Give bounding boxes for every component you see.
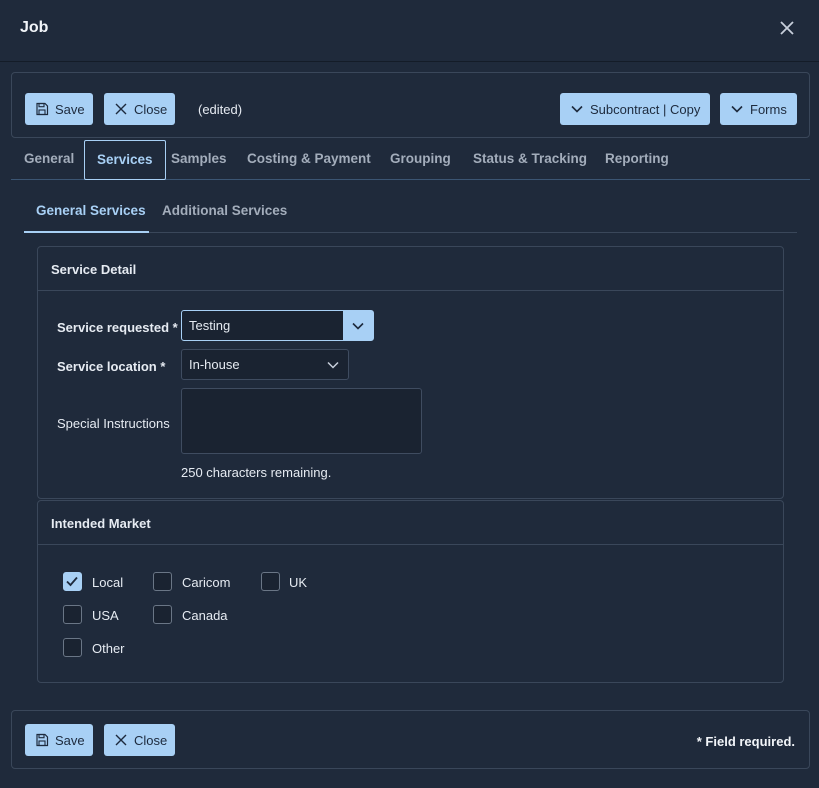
close-button-label: Close	[134, 101, 168, 117]
forms-button-label: Forms	[750, 101, 787, 117]
dialog-titlebar: Job	[0, 0, 819, 62]
tab-status-tracking[interactable]: Status & Tracking	[461, 140, 599, 180]
intended-market-section: Intended Market Local Caricom UK USA Can…	[37, 500, 784, 683]
save-button-label: Save	[55, 101, 85, 117]
footer: Save Close * Field required.	[11, 710, 810, 769]
tab-costing-payment[interactable]: Costing & Payment	[235, 140, 383, 180]
chevron-down-icon	[327, 361, 339, 369]
main-tabs: General Services Samples Costing & Payme…	[11, 140, 810, 180]
characters-remaining: 250 characters remaining.	[181, 465, 332, 480]
service-location-value: In-house	[189, 357, 240, 372]
service-detail-section: Service Detail Service requested * Testi…	[37, 246, 784, 499]
checkbox-label-usa: USA	[92, 608, 119, 623]
tab-reporting[interactable]: Reporting	[593, 140, 681, 180]
close-icon	[115, 103, 127, 115]
subcontract-copy-label: Subcontract | Copy	[590, 101, 701, 117]
subtab-additional-services[interactable]: Additional Services	[150, 193, 299, 233]
toolbar: Save Close (edited) Subcontract | Copy F…	[11, 72, 810, 138]
footer-close-label: Close	[134, 732, 168, 748]
tab-grouping[interactable]: Grouping	[378, 140, 463, 180]
checkbox-other[interactable]	[63, 638, 82, 657]
checkbox-label-local: Local	[92, 575, 124, 590]
save-icon	[36, 102, 49, 116]
checkbox-uk[interactable]	[261, 572, 280, 591]
checkbox-canada[interactable]	[153, 605, 172, 624]
chevron-down-icon	[571, 105, 583, 113]
service-detail-header: Service Detail	[38, 247, 783, 291]
service-requested-select[interactable]: Testing	[181, 310, 374, 341]
checkbox-label-canada: Canada	[182, 608, 228, 623]
tab-services[interactable]: Services	[84, 140, 166, 180]
footer-close-button[interactable]: Close	[104, 724, 175, 756]
checkbox-usa[interactable]	[63, 605, 82, 624]
section-title: Intended Market	[51, 516, 151, 531]
footer-save-button[interactable]: Save	[25, 724, 93, 756]
field-required-note: * Field required.	[696, 734, 795, 749]
close-button[interactable]: Close	[104, 93, 175, 125]
service-requested-value: Testing	[189, 318, 231, 333]
service-location-select[interactable]: In-house	[181, 349, 349, 380]
dialog-title: Job	[20, 19, 49, 36]
chevron-down-icon	[352, 322, 364, 330]
dropdown-button[interactable]	[343, 311, 373, 340]
tab-general[interactable]: General	[12, 140, 86, 180]
save-button[interactable]: Save	[25, 93, 93, 125]
checkbox-label-uk: UK	[289, 575, 308, 590]
close-icon[interactable]	[777, 18, 797, 38]
service-requested-label: Service requested *	[57, 320, 178, 335]
checkbox-label-caricom: Caricom	[182, 575, 231, 590]
section-title: Service Detail	[51, 262, 137, 277]
chevron-down-icon	[731, 105, 743, 113]
save-icon	[36, 733, 49, 747]
check-icon	[66, 576, 78, 587]
sub-tabs: General Services Additional Services	[24, 193, 797, 233]
intended-market-header: Intended Market	[38, 501, 783, 545]
close-icon	[115, 734, 127, 746]
special-instructions-label: Special Instructions	[57, 416, 170, 431]
checkbox-caricom[interactable]	[153, 572, 172, 591]
subcontract-copy-button[interactable]: Subcontract | Copy	[560, 93, 710, 125]
checkbox-label-other: Other	[92, 641, 125, 656]
service-location-label: Service location *	[57, 359, 166, 374]
edited-status: (edited)	[198, 102, 243, 117]
footer-save-label: Save	[55, 732, 85, 748]
checkbox-local[interactable]	[63, 572, 82, 591]
forms-button[interactable]: Forms	[720, 93, 797, 125]
subtab-general-services[interactable]: General Services	[24, 193, 149, 233]
job-dialog: Job Save Close (edited) Subcontract | Co…	[0, 0, 819, 788]
special-instructions-textarea[interactable]	[181, 388, 422, 454]
tab-samples[interactable]: Samples	[159, 140, 239, 180]
